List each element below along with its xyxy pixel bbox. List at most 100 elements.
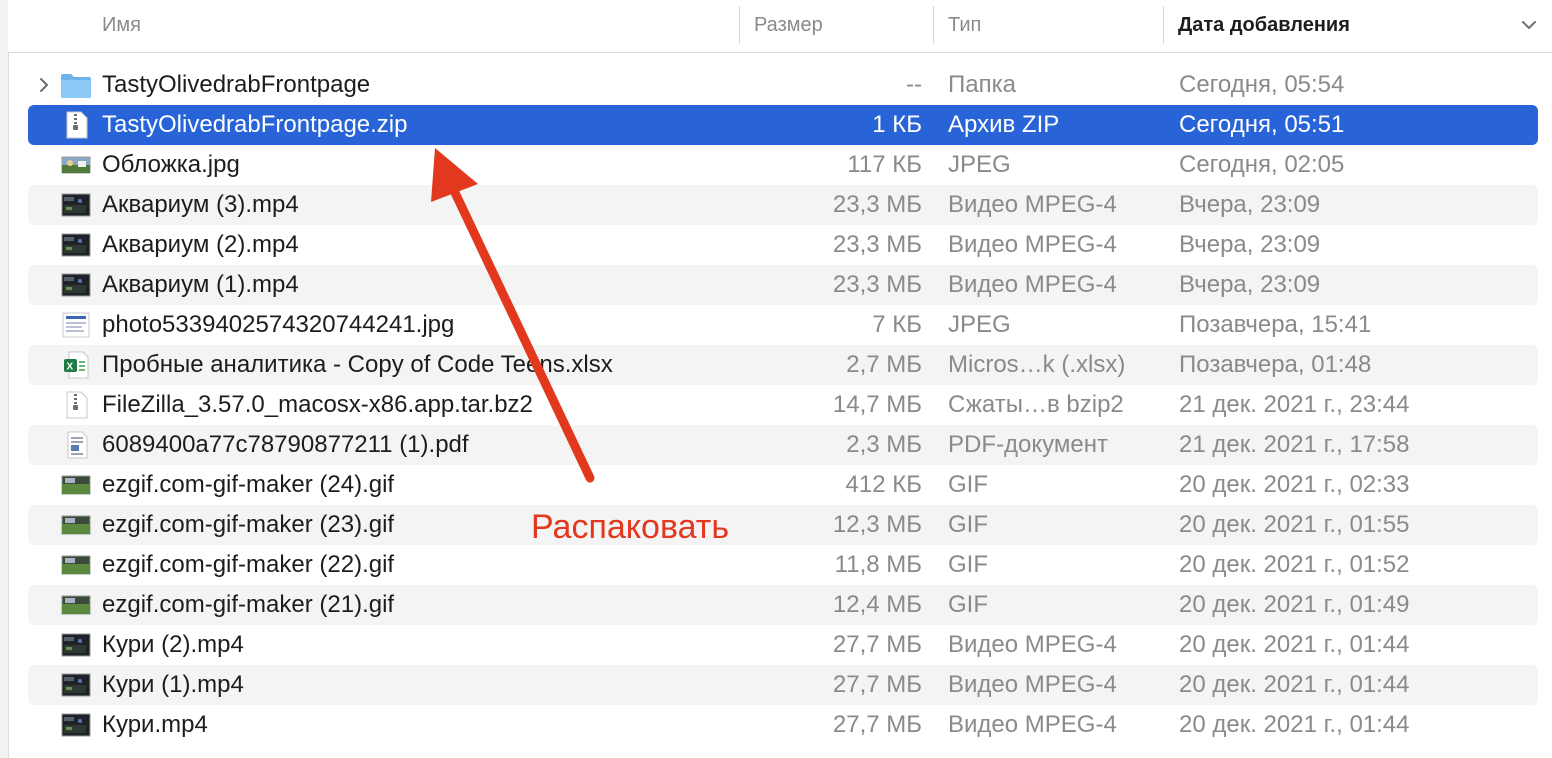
file-row[interactable]: Обложка.jpg 117 КБ JPEG Сегодня, 02:05: [0, 145, 1552, 185]
video-thumbnail-icon: [60, 631, 92, 659]
column-header-size[interactable]: Размер: [754, 0, 823, 50]
file-name: Кури.mp4: [102, 711, 208, 738]
file-name: ezgif.com-gif-maker (23).gif: [102, 511, 395, 538]
file-size: 2,7 МБ: [846, 351, 922, 378]
file-kind: PDF-документ: [948, 431, 1108, 458]
file-row-selected[interactable]: TastyOlivedrabFrontpage.zip 1 КБ Архив ZIP…: [0, 105, 1552, 145]
file-date-added: Сегодня, 05:54: [1179, 71, 1345, 98]
column-divider[interactable]: [933, 6, 934, 44]
file-date-added: 20 дек. 2021 г., 01:52: [1179, 551, 1410, 578]
file-name: TastyOlivedrabFrontpage.zip: [102, 111, 408, 138]
file-date-added: Вчера, 23:09: [1179, 191, 1321, 218]
file-size: 23,3 МБ: [832, 231, 922, 258]
file-kind: GIF: [948, 591, 988, 618]
file-row[interactable]: Аквариум (1).mp4 23,3 МБ Видео MPEG-4 Вчера…: [0, 265, 1552, 305]
file-kind: GIF: [948, 471, 988, 498]
file-date-added: Вчера, 23:09: [1179, 231, 1321, 258]
video-thumbnail-icon: [60, 231, 92, 259]
file-size: 7 КБ: [872, 311, 922, 338]
video-thumbnail-icon: [60, 671, 92, 699]
file-date-added: 20 дек. 2021 г., 01:55: [1179, 511, 1410, 538]
file-size: 23,3 МБ: [832, 191, 922, 218]
video-thumbnail-icon: [60, 711, 92, 739]
video-thumbnail-icon: [60, 191, 92, 219]
pdf-file-icon: [60, 431, 92, 459]
file-date-added: Сегодня, 02:05: [1179, 151, 1345, 178]
file-size: 12,4 МБ: [832, 591, 922, 618]
file-row[interactable]: ezgif.com-gif-maker (21).gif 12,4 МБ GIF 20…: [0, 585, 1552, 625]
file-date-added: 20 дек. 2021 г., 01:44: [1179, 631, 1410, 658]
file-row[interactable]: photo5339402574320744241.jpg 7 КБ JPEG Поза…: [0, 305, 1552, 345]
file-kind: JPEG: [948, 151, 1011, 178]
file-row[interactable]: X Пробные аналитика - Copy of Code Teens.…: [0, 345, 1552, 385]
excel-file-icon: X: [60, 351, 92, 379]
file-kind: Видео MPEG-4: [948, 671, 1117, 698]
file-size: 27,7 МБ: [832, 631, 922, 658]
file-kind: Видео MPEG-4: [948, 631, 1117, 658]
file-size: 23,3 МБ: [832, 271, 922, 298]
column-header-date-added[interactable]: Дата добавления: [1178, 0, 1350, 50]
file-kind: Папка: [948, 71, 1016, 98]
disclosure-chevron-right-icon[interactable]: [36, 77, 52, 93]
file-name: Обложка.jpg: [102, 151, 240, 178]
file-kind: GIF: [948, 511, 988, 538]
file-row[interactable]: Кури (1).mp4 27,7 МБ Видео MPEG-4 20 дек. 2…: [0, 665, 1552, 705]
file-name: photo5339402574320744241.jpg: [102, 311, 455, 338]
file-kind: Micros…k (.xlsx): [948, 351, 1126, 378]
file-row[interactable]: 6089400a77c78790877211 (1).pdf 2,3 МБ PDF-…: [0, 425, 1552, 465]
sort-chevron-down-icon[interactable]: [1520, 16, 1538, 34]
file-name: FileZilla_3.57.0_macosx-x86.app.tar.bz2: [102, 391, 533, 418]
file-row[interactable]: ezgif.com-gif-maker (23).gif 12,3 МБ GIF 20…: [0, 505, 1552, 545]
file-kind: Архив ZIP: [948, 111, 1060, 138]
file-kind: Видео MPEG-4: [948, 711, 1117, 738]
file-date-added: 20 дек. 2021 г., 01:44: [1179, 711, 1410, 738]
file-row[interactable]: Аквариум (3).mp4 23,3 МБ Видео MPEG-4 Вчера…: [0, 185, 1552, 225]
file-size: 14,7 МБ: [832, 391, 922, 418]
file-row[interactable]: Аквариум (2).mp4 23,3 МБ Видео MPEG-4 Вчера…: [0, 225, 1552, 265]
file-date-added: 21 дек. 2021 г., 23:44: [1179, 391, 1410, 418]
file-size: 12,3 МБ: [832, 511, 922, 538]
file-date-added: 21 дек. 2021 г., 17:58: [1179, 431, 1410, 458]
column-divider[interactable]: [739, 6, 740, 44]
column-header: Имя Размер Тип Дата добавления: [8, 0, 1552, 53]
file-kind: Видео MPEG-4: [948, 271, 1117, 298]
file-row[interactable]: Кури.mp4 27,7 МБ Видео MPEG-4 20 дек. 2021 …: [0, 705, 1552, 745]
file-date-added: 20 дек. 2021 г., 02:33: [1179, 471, 1410, 498]
file-name: Пробные аналитика - Copy of Code Teens.x…: [102, 351, 613, 378]
file-size: 117 КБ: [847, 151, 922, 178]
column-header-kind[interactable]: Тип: [948, 0, 981, 50]
gif-thumbnail-icon: [60, 471, 92, 499]
file-kind: GIF: [948, 551, 988, 578]
file-row[interactable]: TastyOlivedrabFrontpage -- Папка Сегодня, 0…: [0, 65, 1552, 105]
annotation-label: Распаковать: [531, 508, 730, 546]
file-size: 412 КБ: [845, 471, 922, 498]
file-size: 1 КБ: [872, 111, 922, 138]
file-size: 11,8 МБ: [834, 551, 922, 578]
file-kind: JPEG: [948, 311, 1011, 338]
file-name: TastyOlivedrabFrontpage: [102, 71, 371, 98]
file-name: Кури (2).mp4: [102, 631, 244, 658]
file-date-added: 20 дек. 2021 г., 01:49: [1179, 591, 1410, 618]
gif-thumbnail-icon: [60, 551, 92, 579]
file-name: Аквариум (2).mp4: [102, 231, 299, 258]
file-date-added: Вчера, 23:09: [1179, 271, 1321, 298]
file-row[interactable]: Кури (2).mp4 27,7 МБ Видео MPEG-4 20 дек. 2…: [0, 625, 1552, 665]
file-row[interactable]: ezgif.com-gif-maker (24).gif 412 КБ GIF 20 …: [0, 465, 1552, 505]
column-divider[interactable]: [1163, 6, 1164, 44]
file-name: ezgif.com-gif-maker (21).gif: [102, 591, 395, 618]
gif-thumbnail-icon: [60, 511, 92, 539]
file-row[interactable]: FileZilla_3.57.0_macosx-x86.app.tar.bz2 1…: [0, 385, 1552, 425]
file-date-added: Сегодня, 05:51: [1179, 111, 1345, 138]
zip-file-icon: [60, 111, 92, 139]
file-name: Аквариум (1).mp4: [102, 271, 299, 298]
file-name: ezgif.com-gif-maker (22).gif: [102, 551, 395, 578]
svg-text:X: X: [67, 362, 74, 373]
file-size: 27,7 МБ: [832, 711, 922, 738]
file-date-added: 20 дек. 2021 г., 01:44: [1179, 671, 1410, 698]
file-name: ezgif.com-gif-maker (24).gif: [102, 471, 395, 498]
file-row[interactable]: ezgif.com-gif-maker (22).gif 11,8 МБ GIF 20…: [0, 545, 1552, 585]
column-header-name[interactable]: Имя: [102, 0, 141, 50]
file-name: 6089400a77c78790877211 (1).pdf: [102, 431, 469, 458]
video-thumbnail-icon: [60, 271, 92, 299]
file-date-added: Позавчера, 15:41: [1179, 311, 1372, 338]
